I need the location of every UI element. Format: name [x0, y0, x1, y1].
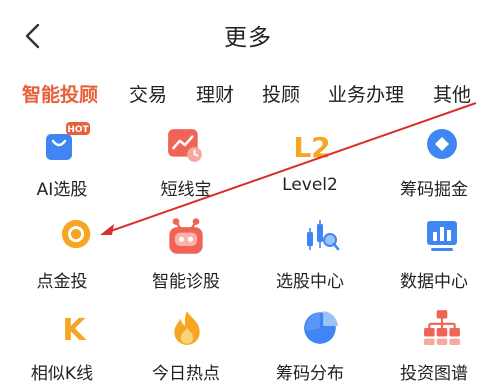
robot-icon [169, 218, 203, 254]
grid-item-label: Level2 [282, 175, 338, 195]
grid-item-label: 筹码分布 [276, 364, 344, 384]
category-tabs: 智能投顾 交易 理财 投顾 业务办理 其他 [0, 80, 496, 110]
grid-item-label: 今日热点 [152, 364, 220, 384]
grid-item-label: 点金投 [36, 272, 88, 292]
grid-item-label: AI选股 [36, 180, 88, 200]
blue-diamond-circle-icon [427, 129, 457, 159]
grid-item-label: 投资图谱 [400, 364, 468, 384]
grid-item-today-hotspot[interactable]: 今日热点 [124, 302, 248, 392]
grid-item-label: 短线宝 [160, 180, 212, 200]
grid-item-chip-distribution[interactable]: 筹码分布 [248, 302, 372, 392]
org-chart-icon [424, 310, 460, 345]
tab-smart-advisor[interactable]: 智能投顾 [22, 80, 98, 107]
svg-text:K: K [62, 313, 87, 348]
tab-wealth[interactable]: 理财 [196, 80, 234, 107]
level2-icon: L2 [294, 131, 330, 164]
tab-other[interactable]: 其他 [433, 80, 471, 107]
header: 更多 [0, 0, 496, 72]
hot-badge: HOT [67, 125, 89, 135]
grid-item-level2[interactable]: L2 Level2 [248, 118, 372, 208]
shopping-bag-icon: HOT [46, 122, 90, 160]
grid-item-gold-invest[interactable]: 点金投 [0, 210, 124, 300]
gold-coin-icon [61, 219, 91, 249]
grid-item-chip-mining[interactable]: 筹码掘金 [372, 118, 496, 208]
grid-item-label: 智能诊股 [152, 272, 220, 292]
tab-business[interactable]: 业务办理 [328, 80, 404, 107]
svg-text:L2: L2 [294, 131, 330, 164]
pie-chart-icon [304, 311, 338, 344]
data-chart-icon [427, 221, 457, 251]
grid-item-similar-kline[interactable]: K 相似K线 [0, 302, 124, 392]
grid-item-stock-pick-center[interactable]: 选股中心 [248, 210, 372, 300]
trend-chart-clock-icon [168, 129, 202, 162]
grid-item-label: 相似K线 [30, 364, 94, 384]
grid-item-label: 选股中心 [276, 272, 344, 292]
k-letter-icon: K [62, 313, 87, 348]
grid-item-smart-diagnosis[interactable]: 智能诊股 [124, 210, 248, 300]
grid-item-data-center[interactable]: 数据中心 [372, 210, 496, 300]
grid-item-label: 筹码掘金 [400, 180, 468, 200]
grid-item-investment-map[interactable]: 投资图谱 [372, 302, 496, 392]
page-title: 更多 [224, 25, 272, 51]
grid-item-ai-stock-pick[interactable]: HOT AI选股 [0, 118, 124, 208]
feature-grid: HOT AI选股 短线宝 L2 Level2 筹码掘金 点金投 智能诊股 选股中… [0, 118, 496, 387]
candlestick-search-icon [307, 220, 340, 251]
tab-trade[interactable]: 交易 [129, 80, 167, 107]
grid-item-short-term[interactable]: 短线宝 [124, 118, 248, 208]
flame-icon [174, 311, 200, 345]
tab-advisor[interactable]: 投顾 [262, 80, 300, 107]
grid-item-label: 数据中心 [400, 272, 468, 292]
